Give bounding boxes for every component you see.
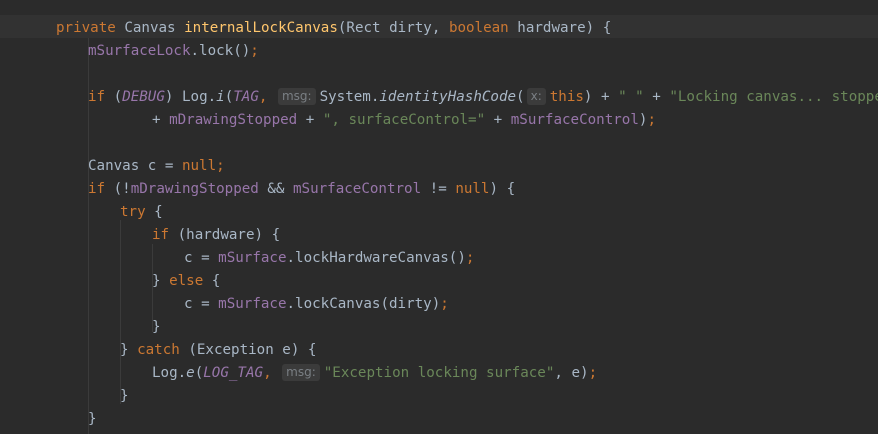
code-token: } — [88, 411, 97, 427]
code-token: Log. — [152, 365, 187, 381]
code-line[interactable]: } — [120, 385, 129, 408]
code-token: private — [56, 20, 116, 36]
code-token: + — [152, 112, 170, 128]
code-token: , e) — [554, 365, 589, 381]
code-editor[interactable]: private Canvas internalLockCanvas(Rect d… — [0, 0, 878, 434]
code-line[interactable]: } — [152, 316, 161, 339]
code-line[interactable]: if (!mDrawingStopped && mSurfaceControl … — [88, 178, 515, 201]
code-token: + — [485, 112, 511, 128]
code-token: else — [169, 273, 204, 289]
parameter-hint: msg: — [282, 364, 320, 381]
code-token: " " — [618, 89, 644, 105]
code-token: TAG — [233, 89, 259, 105]
code-token: mSurfaceLock — [88, 43, 191, 59]
code-token: ) + — [583, 89, 619, 105]
code-token: ( — [516, 89, 525, 105]
code-token: System. — [319, 89, 380, 105]
code-line[interactable]: c = mSurface.lockCanvas(dirty); — [184, 293, 449, 316]
code-token: && — [258, 181, 294, 197]
code-token: ) Log. — [164, 89, 217, 105]
code-line[interactable]: } — [88, 408, 97, 431]
code-line[interactable]: private Canvas internalLockCanvas(Rect d… — [56, 17, 611, 40]
code-token: + — [643, 89, 670, 105]
code-token: ; — [465, 250, 475, 266]
code-token: ; — [250, 43, 259, 59]
code-token: } — [120, 342, 138, 358]
code-token: try — [120, 204, 146, 220]
code-token: + — [297, 112, 323, 128]
code-token: this — [549, 89, 584, 105]
code-token: mSurfaceControl — [293, 181, 422, 197]
code-token: e — [186, 365, 195, 381]
code-token: } — [152, 319, 161, 335]
parameter-hint: msg: — [277, 88, 316, 105]
code-token: Canvas — [115, 20, 185, 36]
code-token: if — [88, 181, 106, 197]
code-token: (Exception e) { — [179, 342, 317, 358]
code-token: hardware) { — [508, 20, 612, 36]
code-line[interactable]: c = mSurface.lockHardwareCanvas(); — [184, 247, 474, 270]
code-token: boolean — [448, 20, 509, 36]
code-token: ; — [216, 158, 225, 174]
code-line[interactable]: if (hardware) { — [152, 224, 280, 247]
code-token: { — [203, 273, 221, 289]
code-token: "Exception locking surface" — [323, 365, 555, 381]
code-token: (Rect dirty, — [337, 20, 449, 36]
code-token: ", surfaceControl=" — [322, 112, 486, 128]
code-token: ( — [194, 365, 204, 381]
code-token: } — [120, 388, 129, 404]
code-token: mSurface — [218, 250, 287, 266]
code-token: ; — [588, 365, 598, 381]
code-line[interactable]: } else { — [152, 270, 220, 293]
code-token: catch — [137, 342, 180, 358]
code-token: ; — [440, 296, 449, 312]
code-token: c = — [184, 296, 219, 312]
code-token: (! — [105, 181, 131, 197]
code-token: identityHashCode — [379, 89, 517, 105]
code-token: i — [216, 89, 225, 105]
code-token: ) { — [489, 181, 516, 197]
code-line[interactable]: } catch (Exception e) { — [120, 339, 316, 362]
code-token: .lockCanvas(dirty) — [286, 296, 441, 312]
code-token: , — [263, 365, 272, 381]
code-token: mDrawingStopped — [130, 181, 259, 197]
code-line[interactable]: Log.e(LOG_TAG, msg: "Exception locking su… — [152, 362, 597, 385]
indent-guide — [120, 220, 121, 404]
code-line[interactable]: + mDrawingStopped + ", surfaceControl=" … — [152, 109, 656, 132]
code-token: (hardware) { — [169, 227, 281, 243]
code-line[interactable]: mSurfaceLock.lock(); — [88, 40, 259, 63]
code-line[interactable]: try { — [120, 201, 163, 224]
code-token: mDrawingStopped — [169, 112, 298, 128]
code-line[interactable]: if (DEBUG) Log.i(TAG, msg: System.identit… — [88, 86, 878, 109]
code-line[interactable]: Canvas c = null; — [88, 155, 225, 178]
code-token: mSurfaceControl — [510, 112, 639, 128]
code-token: null — [455, 181, 490, 197]
code-token: if — [88, 89, 106, 105]
code-token: c = — [184, 250, 219, 266]
code-token: if — [152, 227, 170, 243]
code-token: mSurface — [218, 296, 287, 312]
code-token: .lock() — [190, 43, 251, 59]
code-token: ( — [224, 89, 234, 105]
code-token: } — [152, 273, 170, 289]
code-token: ; — [647, 112, 656, 128]
code-token: "Locking canvas... stopped=" — [669, 89, 878, 105]
parameter-hint: x: — [526, 88, 546, 105]
code-token: null — [181, 158, 217, 174]
code-token: DEBUG — [122, 89, 165, 105]
code-token: .lockHardwareCanvas() — [286, 250, 466, 266]
code-token: ( — [105, 89, 123, 105]
code-token: Canvas c = — [88, 158, 182, 174]
code-token: LOG_TAG — [203, 365, 264, 381]
code-token: != — [421, 181, 456, 197]
code-token: internalLockCanvas — [184, 20, 338, 36]
code-token: { — [145, 204, 163, 220]
